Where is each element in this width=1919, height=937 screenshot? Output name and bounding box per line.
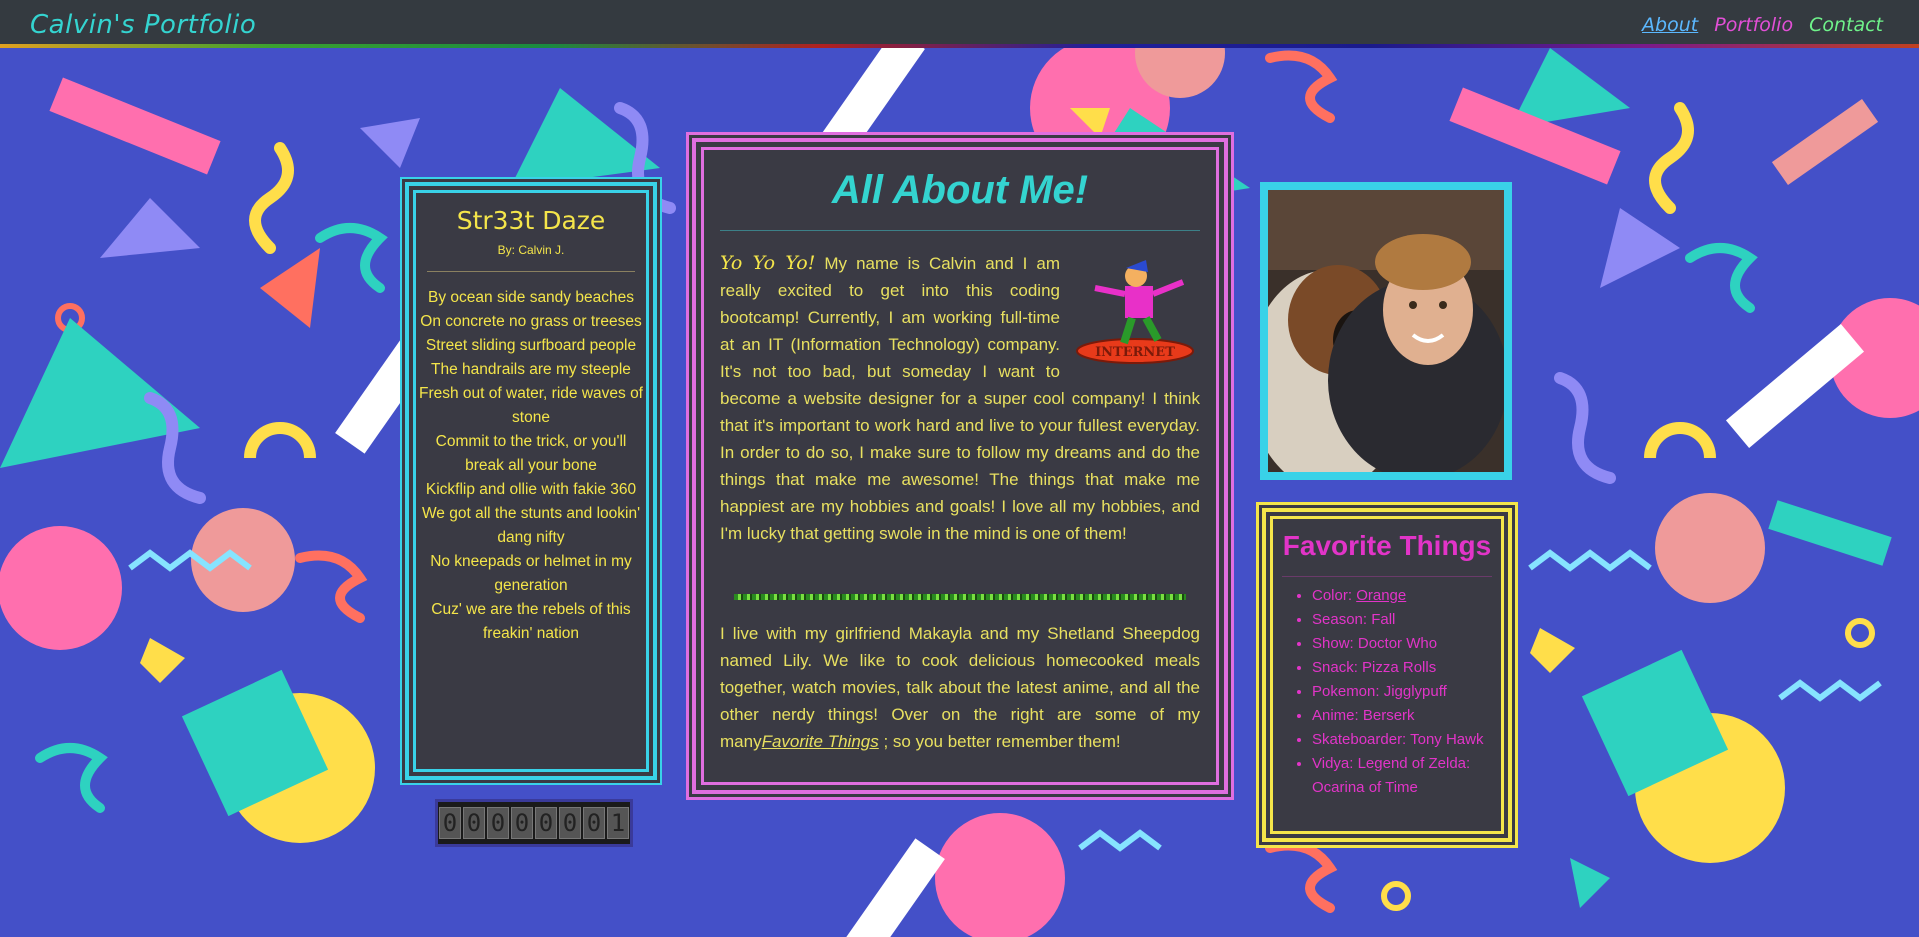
poem-line: The handrails are my steeple xyxy=(431,361,631,378)
navbar: Calvin's Portfolio About Portfolio Conta… xyxy=(0,0,1919,48)
about-title: All About Me! xyxy=(831,168,1089,212)
poem-author: By: Calvin J. xyxy=(497,243,565,257)
list-item: Color: Orange xyxy=(1312,584,1498,608)
nav-links: About Portfolio Contact xyxy=(1642,14,1883,36)
poem-line: We got all the stunts and lookin' dang n… xyxy=(421,505,641,546)
orange-link[interactable]: Orange xyxy=(1356,587,1406,604)
favorite-things-list: Color: Orange Season: Fall Show: Doctor … xyxy=(1286,584,1498,800)
hit-counter: 00000001 xyxy=(435,799,633,847)
greeting: Yo Yo Yo! xyxy=(720,252,816,274)
poem-line: On concrete no grass or treeses xyxy=(420,313,642,330)
counter-digit: 0 xyxy=(559,807,581,839)
list-item: Vidya: Legend of Zelda: Ocarina of Time xyxy=(1312,752,1498,800)
poem-line: No kneepads or helmet in my generation xyxy=(430,553,632,594)
counter-digit: 0 xyxy=(463,807,485,839)
poem-line: Kickflip and ollie with fakie 360 xyxy=(425,481,637,498)
counter-digit: 0 xyxy=(487,807,509,839)
poem-line: Fresh out of water, ride waves of stone xyxy=(419,385,643,426)
about-paragraph-1: INTERNET Yo Yo Yo! My name is Calvin and… xyxy=(720,250,1200,547)
poem-line: Street sliding surfboard people xyxy=(425,337,637,354)
poem-line: By ocean side sandy beaches xyxy=(428,289,634,306)
favorite-divider xyxy=(1282,576,1492,577)
poem-title: Str33t Daze xyxy=(456,206,606,235)
poem-line: Cuz' we are the rebels of this freakin' … xyxy=(431,601,631,642)
list-item: Anime: Berserk xyxy=(1312,704,1498,728)
nav-link-about[interactable]: About xyxy=(1642,14,1698,36)
brand-logo[interactable]: Calvin's Portfolio xyxy=(30,10,256,40)
counter-digit: 0 xyxy=(535,807,557,839)
profile-photo-frame xyxy=(1260,182,1512,480)
nav-link-portfolio[interactable]: Portfolio xyxy=(1714,14,1793,36)
poem-lines: By ocean side sandy beaches On concrete … xyxy=(419,286,643,646)
favorite-things-panel: Favorite Things Color: Orange Season: Fa… xyxy=(1262,508,1512,842)
about-panel: All About Me! INTERNET Yo Yo Yo! My name… xyxy=(692,138,1228,794)
list-item: Pokemon: Jigglypuff xyxy=(1312,680,1498,704)
photo-illustration xyxy=(1268,190,1504,472)
counter-digit: 0 xyxy=(439,807,461,839)
favorite-things-link[interactable]: Favorite Things xyxy=(762,732,879,751)
list-item: Snack: Pizza Rolls xyxy=(1312,656,1498,680)
list-item: Show: Doctor Who xyxy=(1312,632,1498,656)
nav-link-contact[interactable]: Contact xyxy=(1809,14,1883,36)
about-text-2-end: ; so you better remember them! xyxy=(878,732,1121,751)
counter-digit: 0 xyxy=(511,807,533,839)
counter-digit: 0 xyxy=(583,807,605,839)
profile-photo xyxy=(1268,190,1504,472)
poem-divider xyxy=(427,271,635,272)
rainbow-divider xyxy=(0,44,1919,48)
about-divider xyxy=(720,230,1200,231)
about-paragraph-2: I live with my girlfriend Makayla and my… xyxy=(720,620,1200,755)
counter-digit: 1 xyxy=(607,807,629,839)
poem-panel: Str33t Daze By: Calvin J. By ocean side … xyxy=(402,179,660,783)
surfer-label: INTERNET xyxy=(1095,345,1175,360)
internet-surfer-image: INTERNET xyxy=(1076,260,1194,364)
favorite-things-title: Favorite Things xyxy=(1282,530,1492,561)
green-divider xyxy=(734,594,1186,600)
poem-line: Commit to the trick, or you'll break all… xyxy=(435,433,627,474)
list-item: Skateboarder: Tony Hawk xyxy=(1312,728,1498,752)
list-item: Season: Fall xyxy=(1312,608,1498,632)
favorite-label: Color: xyxy=(1312,587,1357,604)
